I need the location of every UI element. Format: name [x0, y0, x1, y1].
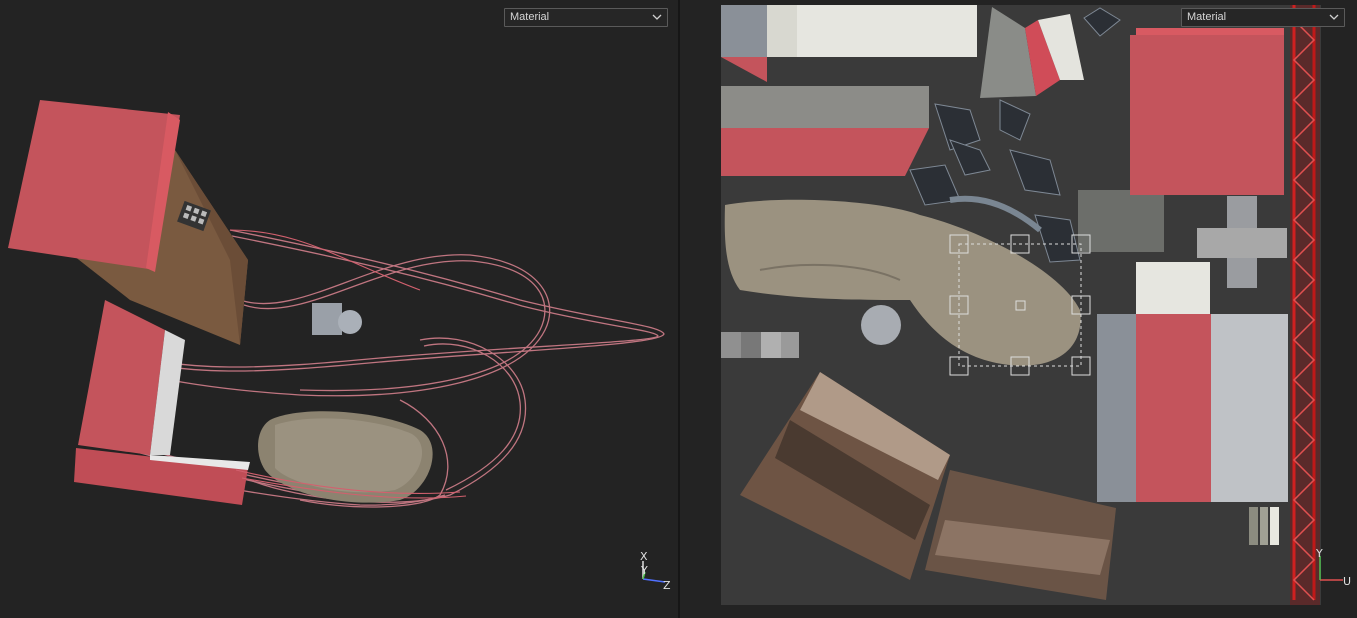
small-block [312, 303, 362, 335]
uv-island-pink-panel [1130, 28, 1284, 195]
uv-island-swatch-left [721, 332, 799, 358]
uv-island-grey-square [1078, 190, 1164, 252]
shading-mode-dropdown[interactable]: Material [504, 8, 668, 27]
viewport-3d[interactable]: X Y Z Material [0, 0, 678, 618]
axis-z-label: Z [663, 579, 671, 592]
uv-shading-mode-value: Material [1187, 11, 1227, 23]
uv-axis-v-label: Y [1315, 547, 1323, 560]
shading-mode-value: Material [510, 11, 550, 23]
uv-shading-mode-dropdown[interactable]: Material [1181, 8, 1345, 27]
uv-canvas[interactable]: Y U [680, 0, 1357, 618]
chevron-down-icon [1329, 14, 1339, 20]
uv-island-swatch-small [1249, 507, 1279, 545]
chevron-down-icon [652, 14, 662, 20]
scene-3d[interactable]: X Y Z [0, 0, 678, 618]
uv-island-slab [721, 86, 929, 176]
axis-gizmo: X Y Z [640, 550, 671, 592]
viewport-uv[interactable]: Y U Material [680, 0, 1357, 618]
uv-axis-u-label: U [1343, 575, 1351, 588]
axis-y-label: Y [640, 564, 648, 577]
axis-x-label: X [640, 550, 648, 563]
top-box [8, 100, 180, 272]
uv-island-rail [1290, 5, 1320, 605]
